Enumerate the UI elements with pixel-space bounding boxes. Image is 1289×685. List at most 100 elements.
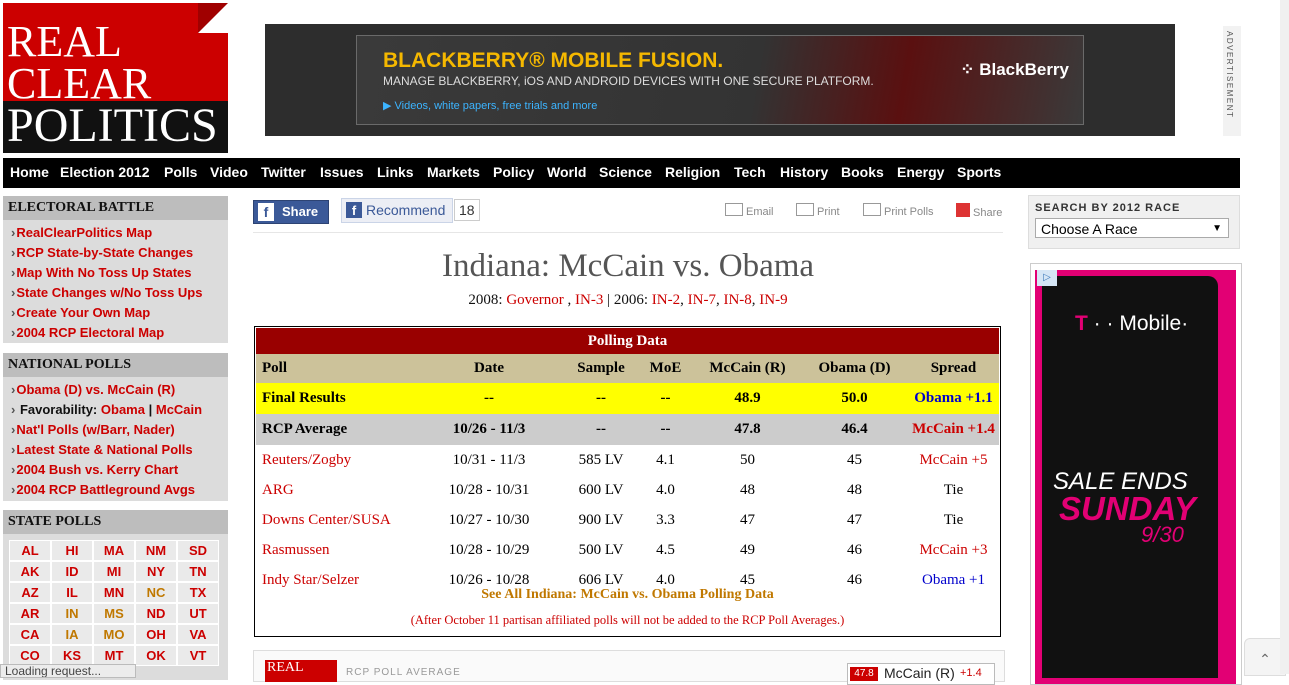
state-link-ks[interactable]: KS [51,645,93,666]
nav-links[interactable]: Links [377,158,414,188]
nav-sports[interactable]: Sports [957,158,1001,188]
state-link-mi[interactable]: MI [93,561,135,582]
state-link-sd[interactable]: SD [177,540,219,561]
state-link-mo[interactable]: MO [93,624,135,645]
nav-home[interactable]: Home [10,158,49,188]
link-in-9[interactable]: IN-9 [759,292,787,308]
link-latest-polls[interactable]: Latest State & National Polls [11,440,228,460]
state-link-ar[interactable]: AR [9,603,51,624]
nav-policy[interactable]: Policy [493,158,534,188]
cell-poll[interactable]: Reuters/Zogby [256,445,413,475]
facebook-icon: f [346,202,362,218]
cell-spread: Tie [943,481,964,498]
link-2004-map[interactable]: 2004 RCP Electoral Map [11,323,228,343]
cell-spread: McCain +5 [919,451,988,468]
national-polls-box: NATIONAL POLLS Obama (D) vs. McCain (R) … [3,353,228,501]
nav-twitter[interactable]: Twitter [261,158,306,188]
site-logo[interactable]: REAL CLEAR POLITICS [3,3,228,153]
link-bush-kerry-chart[interactable]: 2004 Bush vs. Kerry Chart [11,460,228,480]
teaser-chip[interactable]: 47.8 McCain (R) +1.4 [847,663,995,685]
state-link-in[interactable]: IN [51,603,93,624]
nav-polls[interactable]: Polls [164,158,197,188]
state-link-mt[interactable]: MT [93,645,135,666]
state-polls-box: STATE POLLS AL HI MA NM SD AK ID MI NY TN AZ IL MN NC… [3,510,228,680]
print-polls-link[interactable]: Print Polls [863,203,934,218]
link-fav-obama[interactable]: Obama [101,402,145,417]
nav-world[interactable]: World [547,158,586,188]
link-map-no-tossups[interactable]: Map With No Toss Up States [11,263,228,283]
link-in-2[interactable]: IN-2 [652,292,680,308]
ad-link[interactable]: ▶ Videos, white papers, free trials and … [383,99,597,112]
state-link-id[interactable]: ID [51,561,93,582]
state-link-va[interactable]: VA [177,624,219,645]
link-rcp-map[interactable]: RealClearPolitics Map [11,223,228,243]
cell-obama: 45 [847,451,862,468]
state-link-hi[interactable]: HI [51,540,93,561]
share-bar: f Share f Recommend 18 Email Print Print… [253,198,1003,233]
state-link-ms[interactable]: MS [93,603,135,624]
nav-books[interactable]: Books [841,158,884,188]
cell-date: 10/28 - 10/29 [448,541,530,558]
link-in-8[interactable]: IN-8 [723,292,751,308]
share-link[interactable]: Share [956,203,1002,219]
cell-poll[interactable]: ARG [256,475,413,505]
scrollbar[interactable] [1280,0,1289,674]
state-link-nc[interactable]: NC [135,582,177,603]
state-link-ut[interactable]: UT [177,603,219,624]
nav-video[interactable]: Video [210,158,248,188]
link-natl-polls-barr-nader[interactable]: Nat'l Polls (w/Barr, Nader) [11,420,228,440]
state-link-ak[interactable]: AK [9,561,51,582]
state-link-oh[interactable]: OH [135,624,177,645]
teaser-label: RCP POLL AVERAGE [346,667,461,678]
nav-history[interactable]: History [780,158,828,188]
print-link[interactable]: Print [796,203,840,218]
facebook-recommend-button[interactable]: f Recommend [341,198,453,223]
fav-separator: | [148,402,153,417]
nav-issues[interactable]: Issues [320,158,364,188]
cell-poll[interactable]: Downs Center/SUSA [256,505,413,535]
state-link-ma[interactable]: MA [93,540,135,561]
state-link-co[interactable]: CO [9,645,51,666]
nav-religion[interactable]: Religion [665,158,720,188]
state-link-ny[interactable]: NY [135,561,177,582]
state-link-az[interactable]: AZ [9,582,51,603]
nav-tech[interactable]: Tech [734,158,766,188]
link-in-3[interactable]: IN-3 [575,292,603,308]
link-in-7[interactable]: IN-7 [688,292,716,308]
state-link-nd[interactable]: ND [135,603,177,624]
link-battleground-avgs[interactable]: 2004 RCP Battleground Avgs [11,480,228,500]
top-advertisement[interactable]: BLACKBERRY® MOBILE FUSION. MANAGE BLACKB… [265,24,1175,136]
nav-election-2012[interactable]: Election 2012 [60,158,150,188]
state-link-nm[interactable]: NM [135,540,177,561]
state-link-il[interactable]: IL [51,582,93,603]
link-create-map[interactable]: Create Your Own Map [11,303,228,323]
email-link[interactable]: Email [725,203,774,218]
see-all-polls-link[interactable]: See All Indiana: McCain vs. Obama Pollin… [255,587,1000,603]
nav-science[interactable]: Science [599,158,652,188]
side-advertisement[interactable]: T · · Mobile· SALE ENDS SUNDAY 9/30 ▷ [1030,263,1242,685]
state-link-ia[interactable]: IA [51,624,93,645]
cell-poll: RCP Average [256,414,413,445]
link-state-changes[interactable]: RCP State-by-State Changes [11,243,228,263]
adchoices-icon[interactable]: ▷ [1037,270,1057,286]
state-link-tn[interactable]: TN [177,561,219,582]
link-obama-vs-mccain[interactable]: Obama (D) vs. McCain (R) [11,380,228,400]
race-select[interactable]: Choose A Race ▼ [1035,218,1229,238]
state-link-mn[interactable]: MN [93,582,135,603]
cell-poll[interactable]: Rasmussen [256,535,413,565]
state-link-tx[interactable]: TX [177,582,219,603]
link-fav-mccain[interactable]: McCain [156,402,202,417]
ad-creative[interactable]: BLACKBERRY® MOBILE FUSION. MANAGE BLACKB… [356,35,1084,125]
state-link-vt[interactable]: VT [177,645,219,666]
facebook-share-button[interactable]: f Share [253,200,329,224]
race-search-label: SEARCH BY 2012 RACE [1035,202,1181,214]
cell-date: 10/26 - 11/3 [413,414,565,445]
state-link-ok[interactable]: OK [135,645,177,666]
state-link-al[interactable]: AL [9,540,51,561]
year-2008-label: 2008: [468,292,503,308]
link-governor[interactable]: Governor [506,292,563,308]
state-link-ca[interactable]: CA [9,624,51,645]
nav-energy[interactable]: Energy [897,158,944,188]
nav-markets[interactable]: Markets [427,158,480,188]
link-state-changes-no-tossups[interactable]: State Changes w/No Toss Ups [11,283,228,303]
